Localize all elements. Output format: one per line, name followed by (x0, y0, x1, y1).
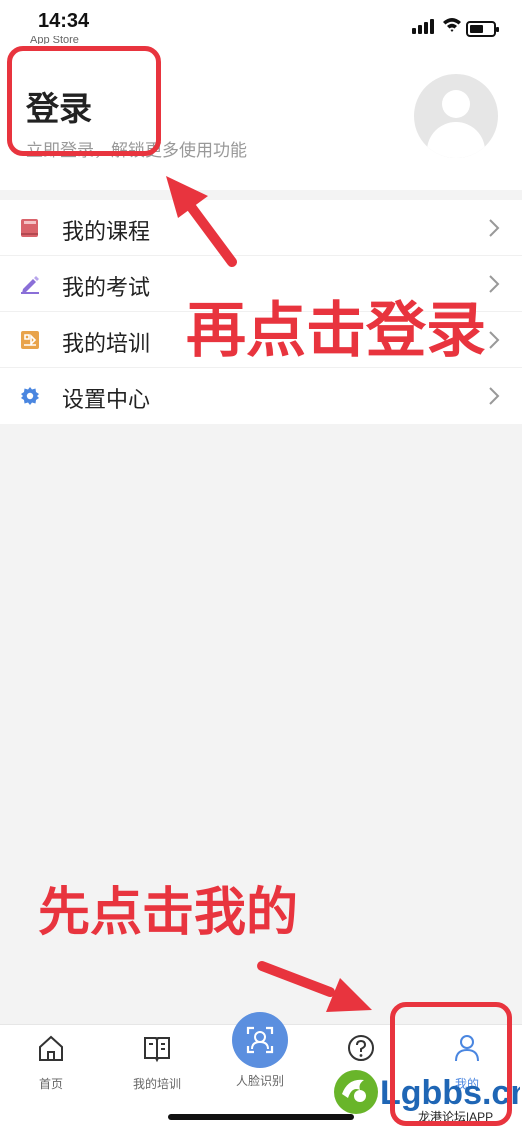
annotation-step2: 再点击登录 (186, 296, 486, 366)
face-recognition-button[interactable] (232, 1012, 288, 1068)
battery-icon (466, 21, 499, 37)
status-bar: 14:34 App Store (0, 0, 522, 46)
book-icon (21, 219, 38, 237)
battery-level (470, 25, 483, 33)
tab-home[interactable]: 首页 (6, 1033, 96, 1092)
default-avatar-icon[interactable] (414, 74, 498, 158)
cellular-signal-icon (412, 18, 438, 34)
tab-my-training[interactable]: 我的培训 (112, 1033, 202, 1092)
pencil-icon (21, 276, 39, 294)
annotation-box-mine-tab (390, 1002, 512, 1126)
gear-icon (21, 387, 39, 405)
home-icon (39, 1035, 63, 1061)
chevron-right-icon (489, 331, 500, 349)
arrow-to-mine-tab (257, 961, 372, 1012)
home-indicator[interactable] (168, 1114, 354, 1120)
help-icon (348, 1035, 374, 1061)
menu-item-courses[interactable]: 我的课程 (0, 200, 522, 256)
chevron-right-icon (489, 275, 500, 293)
menu-item-label: 我的考试 (62, 276, 151, 301)
status-time: 14:34 (38, 10, 90, 32)
annotation-box-login (7, 46, 161, 156)
tab-label: 我的培训 (132, 1077, 181, 1091)
chevron-right-icon (489, 219, 500, 237)
menu-item-settings[interactable]: 设置中心 (0, 368, 522, 424)
training-icon (21, 331, 39, 349)
annotation-step1: 先点击我的 (38, 883, 299, 943)
wifi-icon (443, 18, 461, 32)
face-recognition-label: 人脸识别 (235, 1074, 284, 1088)
chevron-right-icon (489, 387, 500, 405)
menu-item-label: 设置中心 (62, 388, 151, 413)
face-scan-icon (246, 1026, 274, 1054)
tab-label: 首页 (38, 1077, 63, 1091)
book-open-icon (144, 1037, 170, 1063)
menu-item-label: 我的课程 (62, 220, 151, 245)
menu-item-label: 我的培训 (62, 332, 151, 357)
